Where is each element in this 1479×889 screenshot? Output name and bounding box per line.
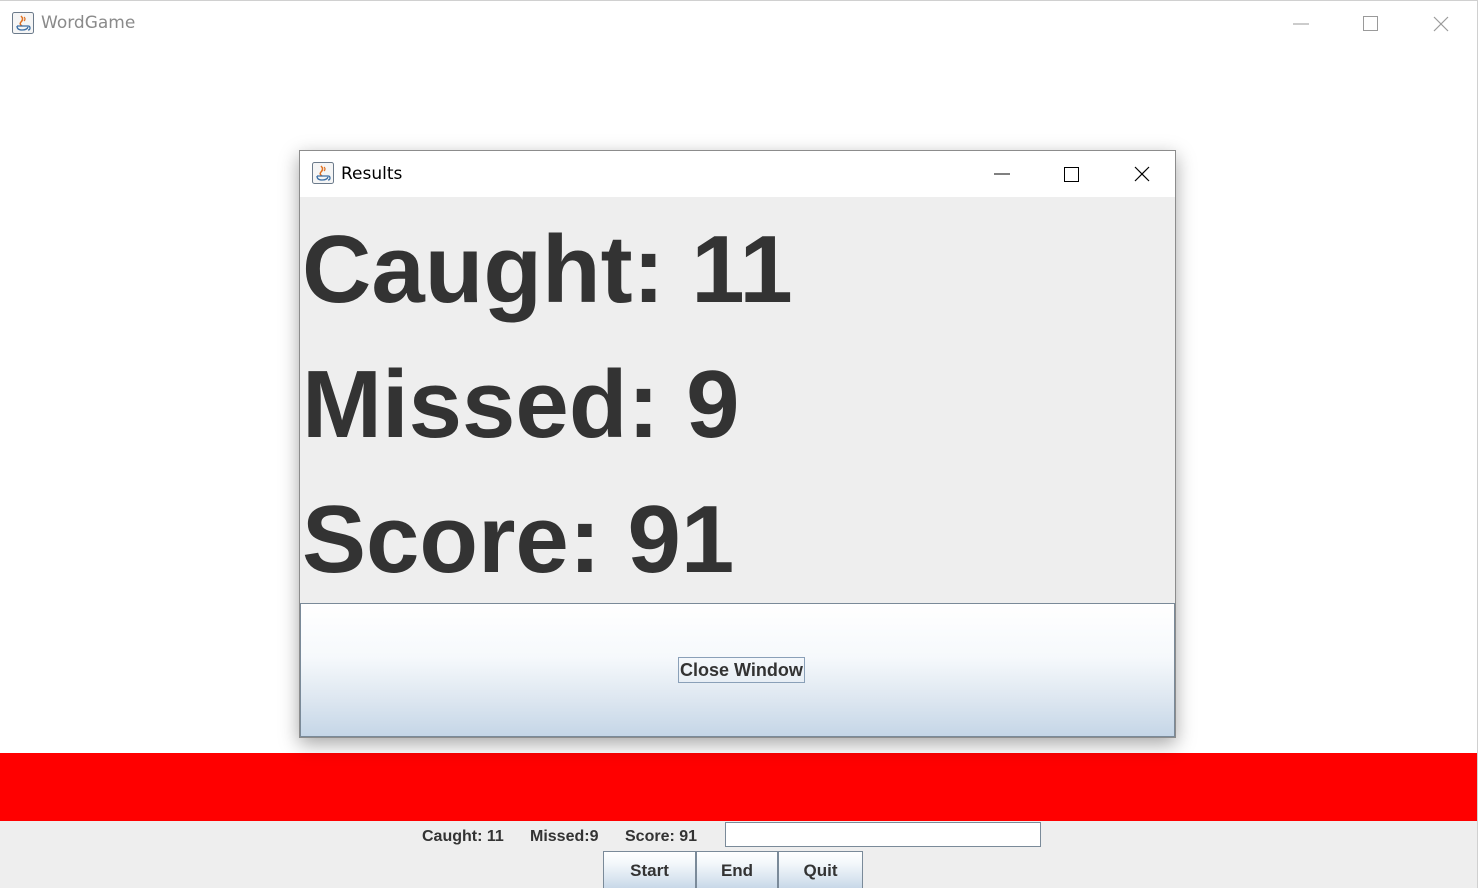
dialog-close-button[interactable] (1118, 158, 1164, 190)
maximize-button[interactable] (1347, 8, 1393, 40)
missed-counter: Missed:9 (530, 828, 599, 845)
close-window-label: Close Window (678, 657, 805, 683)
maximize-icon (1064, 167, 1079, 182)
maximize-icon (1363, 16, 1378, 31)
missed-result: Missed: 9 (302, 351, 740, 458)
score-result: Score: 91 (302, 486, 735, 593)
java-icon (312, 162, 334, 184)
dialog-titlebar[interactable]: Results (300, 151, 1175, 197)
dialog-minimize-button[interactable] (979, 158, 1025, 190)
caught-result: Caught: 11 (302, 216, 793, 323)
close-icon (1433, 16, 1449, 32)
dialog-maximize-button[interactable] (1048, 158, 1094, 190)
score-counter: Score: 91 (625, 828, 698, 845)
caught-counter: Caught: 11 (422, 828, 504, 845)
close-button[interactable] (1417, 8, 1463, 40)
window-title: WordGame (41, 13, 136, 33)
minimize-button[interactable] (1278, 8, 1324, 40)
start-button[interactable]: Start (603, 851, 696, 888)
minimize-icon (994, 173, 1010, 175)
minimize-icon (1293, 23, 1309, 25)
quit-button[interactable]: Quit (778, 851, 863, 888)
danger-zone (0, 753, 1477, 821)
dialog-title: Results (341, 164, 403, 184)
results-dialog: Results Caught: 11 Missed: 9 Score: 91 C… (299, 150, 1176, 738)
close-icon (1134, 166, 1150, 182)
java-icon (12, 12, 34, 34)
end-button[interactable]: End (696, 851, 778, 888)
main-titlebar[interactable]: WordGame (0, 1, 1477, 47)
bottom-panel: Caught: 11 Missed:9 Score: 91 Start End … (0, 821, 1477, 888)
word-input[interactable] (725, 822, 1041, 847)
close-window-button[interactable]: Close Window (300, 603, 1175, 737)
